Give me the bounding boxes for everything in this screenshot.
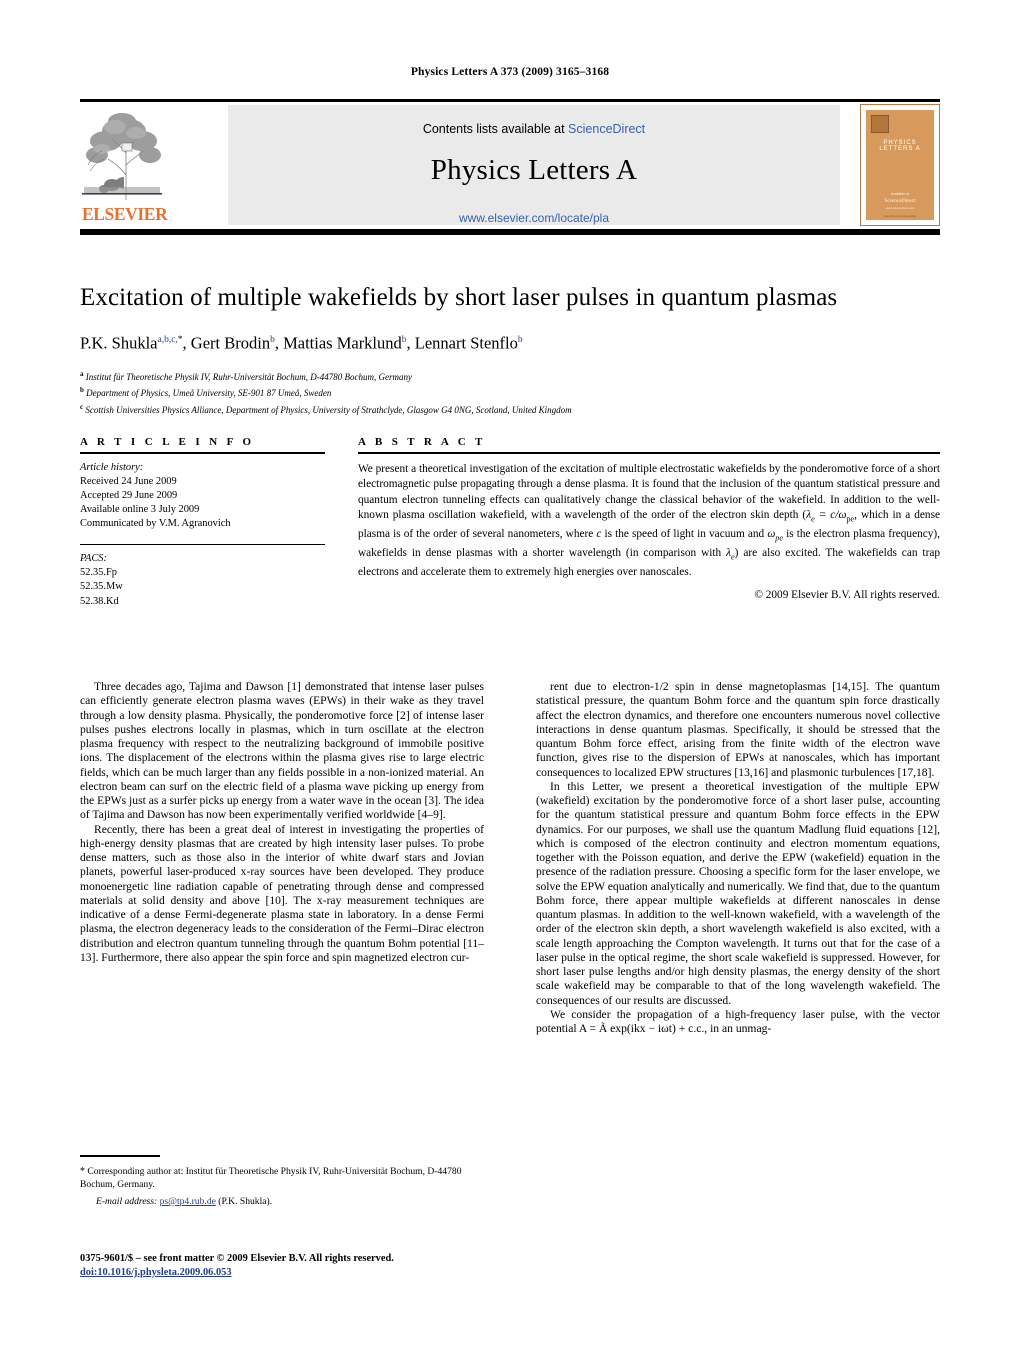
body-column-left: Three decades ago, Tajima and Dawson [1]… — [80, 680, 484, 965]
abstract-part-1: We present a theoretical investigation o… — [358, 462, 940, 522]
cover-title: PHYSICS LETTERS A — [879, 140, 921, 152]
author-sep: , — [182, 333, 191, 353]
abstract-heading: A B S T R A C T — [358, 436, 486, 448]
affiliation-list: a Institut für Theoretische Physik IV, R… — [80, 368, 940, 417]
corresponding-author-note: * Corresponding author at: Institut für … — [80, 1165, 484, 1191]
affiliation-mark: c — [80, 402, 84, 411]
sciencedirect-link[interactable]: ScienceDirect — [568, 122, 645, 136]
abstract-copyright: © 2009 Elsevier B.V. All rights reserved… — [754, 589, 940, 602]
issn-copyright-line: 0375-9601/$ – see front matter © 2009 El… — [80, 1253, 394, 1264]
email-note: E-mail address: ps@tp4.rub.de (P.K. Shuk… — [80, 1195, 484, 1208]
cover-sd-url: www.sciencedirect.com — [885, 206, 915, 210]
affiliation-text: Department of Physics, Umeå University, … — [86, 388, 332, 399]
elsevier-logo: ELSEVIER — [82, 105, 168, 228]
abstract-rule — [358, 452, 940, 454]
history-available-online: Available online 3 July 2009 — [80, 504, 200, 516]
footnote-block: * Corresponding author at: Institut für … — [80, 1155, 484, 1208]
author-affil-marks: b — [517, 335, 523, 345]
author-affil-marks: a,b,c, — [157, 335, 178, 345]
abstract-omega-sub: pe — [775, 533, 784, 543]
cover-sciencedirect: ScienceDirect — [884, 198, 916, 204]
article-info-heading: A R T I C L E I N F O — [80, 436, 255, 448]
footnote-star-marker: * — [80, 1165, 85, 1177]
affiliation-text: Scottish Universities Physics Alliance, … — [85, 404, 572, 415]
contents-prefix: Contents lists available at — [422, 122, 569, 136]
affiliation-item: c Scottish Universities Physics Alliance… — [80, 401, 940, 417]
abstract-eq: = c/ω — [814, 509, 847, 522]
doi-link[interactable]: doi:10.1016/j.physleta.2009.06.053 — [80, 1267, 232, 1278]
pacs-label: PACS: — [80, 553, 107, 565]
email-owner: (P.K. Shukla). — [218, 1196, 273, 1207]
sciencedirect-panel: Contents lists available at ScienceDirec… — [228, 105, 840, 225]
masthead-body: ELSEVIER Contents lists available at Sci… — [80, 104, 940, 228]
body-paragraph: Three decades ago, Tajima and Dawson [1]… — [80, 680, 484, 822]
author-name: Mattias Marklund — [283, 333, 402, 353]
pacs-code: 52.35.Mw — [80, 581, 123, 593]
journal-masthead: ELSEVIER Contents lists available at Sci… — [80, 99, 940, 235]
body-column-right: rent due to electron-1/2 spin in dense m… — [536, 680, 940, 1036]
author-name: Gert Brodin — [190, 333, 271, 353]
author-list: P.K. Shuklaa,b,c,*, Gert Brodinb, Mattia… — [80, 330, 940, 354]
abstract-column: A B S T R A C T We present a theoretical… — [358, 436, 940, 601]
elsevier-wordmark: ELSEVIER — [82, 204, 168, 224]
paper-page: Physics Letters A 373 (2009) 3165–3168 E… — [0, 0, 1020, 1351]
history-received: Received 24 June 2009 — [80, 475, 177, 487]
cover-emblem-icon — [871, 115, 889, 133]
pacs-block: PACS: 52.35.Fp 52.35.Mw 52.38.Kd — [80, 552, 325, 609]
page-title: Excitation of multiple wakefields by sho… — [80, 284, 838, 311]
abstract-part-3: is the speed of light in vacuum and — [601, 528, 768, 541]
affiliation-mark: a — [80, 370, 84, 378]
history-communicated-by: Communicated by V.M. Agranovich — [80, 518, 231, 530]
email-link[interactable]: ps@tp4.rub.de — [160, 1196, 216, 1207]
article-info-column: A R T I C L E I N F O Article history: R… — [80, 436, 325, 609]
journal-cover-thumbnail: PHYSICS LETTERS A Available at ScienceDi… — [860, 104, 940, 226]
affiliation-item: b Department of Physics, Umeå University… — [80, 384, 940, 400]
email-label: E-mail address: — [96, 1196, 158, 1207]
abstract-eq-sub: pe — [846, 514, 855, 524]
cover-available-at: Available at — [890, 192, 910, 196]
article-history-label: Article history: — [80, 461, 144, 473]
body-paragraph: rent due to electron-1/2 spin in dense m… — [536, 680, 940, 779]
cover-journal-url: www.elsevier.com/locate/pla — [883, 215, 917, 218]
body-paragraph: We consider the propagation of a high-fr… — [536, 1007, 940, 1035]
history-accepted: Accepted 29 June 2009 — [80, 489, 178, 501]
pacs-rule — [80, 543, 325, 546]
author-sep: , — [406, 333, 415, 353]
article-info-rule — [80, 452, 325, 454]
running-head: Physics Letters A 373 (2009) 3165–3168 — [410, 66, 610, 78]
pacs-code: 52.38.Kd — [80, 595, 119, 607]
author-sep: , — [274, 333, 284, 353]
affiliation-mark: b — [80, 386, 84, 395]
elsevier-tree-icon — [82, 105, 162, 205]
footnote-rule — [80, 1155, 160, 1157]
affiliation-item: a Institut für Theoretische Physik IV, R… — [80, 368, 940, 384]
author-name: P.K. Shukla — [80, 333, 158, 353]
body-paragraph: In this Letter, we present a theoretical… — [536, 779, 940, 1007]
journal-title: Physics Letters A — [430, 154, 638, 186]
article-history-block: Article history: Received 24 June 2009 A… — [80, 461, 325, 532]
contents-available-line: Contents lists available at ScienceDirec… — [228, 105, 840, 136]
imprint-block: 0375-9601/$ – see front matter © 2009 El… — [80, 1252, 500, 1280]
masthead-top-rule — [80, 99, 940, 102]
body-paragraph: Recently, there has been a great deal of… — [80, 822, 484, 964]
journal-homepage-link[interactable]: www.elsevier.com/locate/pla — [459, 211, 609, 225]
masthead-bottom-rule — [80, 229, 940, 235]
affiliation-text: Institut für Theoretische Physik IV, Ruh… — [85, 372, 413, 382]
abstract-text: We present a theoretical investigation o… — [358, 462, 940, 581]
pacs-code: 52.35.Fp — [80, 567, 117, 579]
cover-inner: PHYSICS LETTERS A Available at ScienceDi… — [865, 109, 935, 221]
author-name: Lennart Stenflo — [414, 333, 518, 353]
corresponding-author-text: Corresponding author at: Institut für Th… — [80, 1165, 462, 1190]
